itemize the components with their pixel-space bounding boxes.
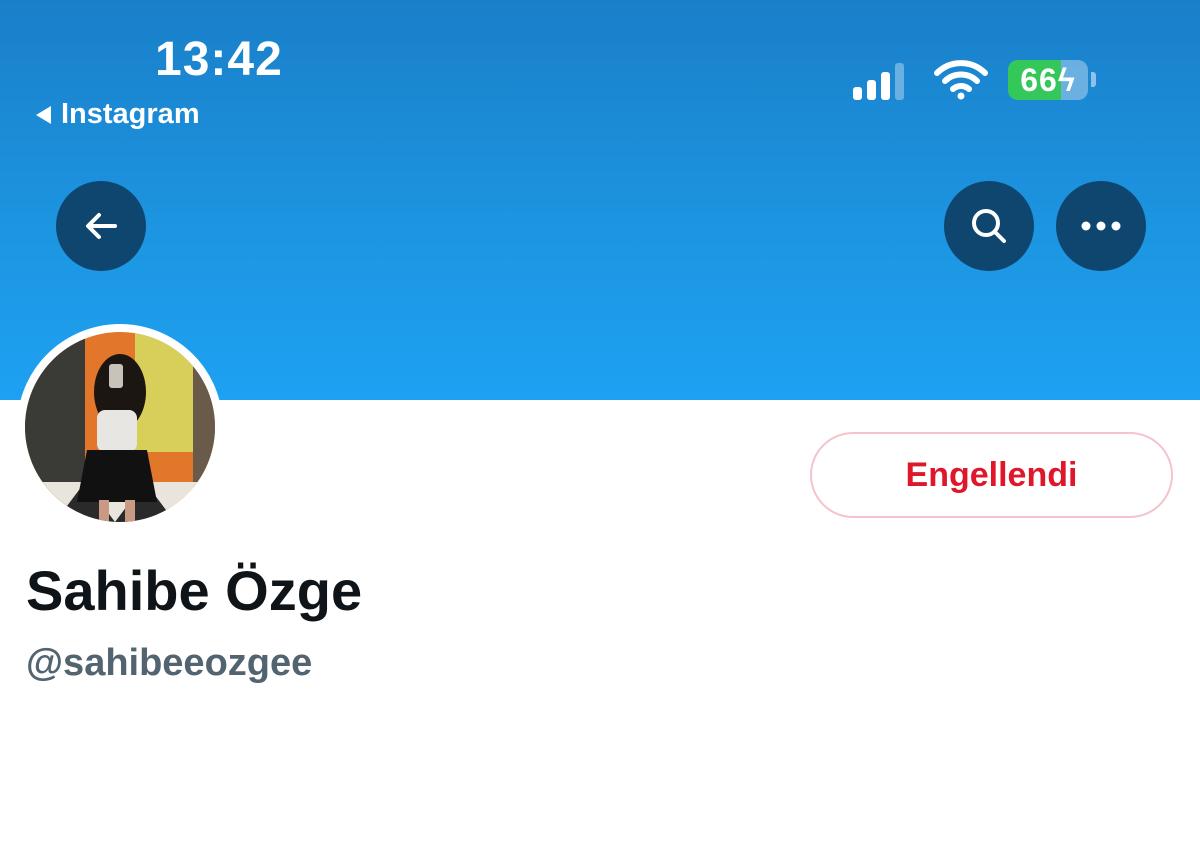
battery-level-text: 66 <box>1020 62 1058 98</box>
charging-bolt-icon: ϟ <box>1057 62 1076 98</box>
arrow-left-icon <box>86 213 117 239</box>
search-button[interactable] <box>944 181 1034 271</box>
signal-bar <box>895 63 904 100</box>
battery-cap <box>1091 72 1096 87</box>
cellular-signal-icon <box>853 62 904 100</box>
status-time: 13:42 <box>155 33 283 86</box>
avatar[interactable] <box>25 332 215 522</box>
more-horizontal-icon <box>1081 221 1121 231</box>
profile-display-name: Sahibe Özge <box>26 559 363 622</box>
back-app-label: Instagram <box>61 98 200 130</box>
battery-icon: 66ϟ <box>1008 60 1088 100</box>
search-icon <box>972 209 1006 243</box>
signal-bar <box>853 87 862 100</box>
wifi-icon <box>934 60 988 100</box>
avatar-photo <box>25 332 215 522</box>
blocked-button[interactable]: Engellendi <box>810 432 1173 518</box>
signal-bar <box>881 72 890 100</box>
back-to-app-link[interactable]: Instagram <box>36 98 200 131</box>
back-triangle-icon <box>36 105 51 124</box>
back-button[interactable] <box>56 181 146 271</box>
more-options-button[interactable] <box>1056 181 1146 271</box>
profile-handle: @sahibeeozgee <box>26 642 313 684</box>
signal-bar <box>867 80 876 100</box>
